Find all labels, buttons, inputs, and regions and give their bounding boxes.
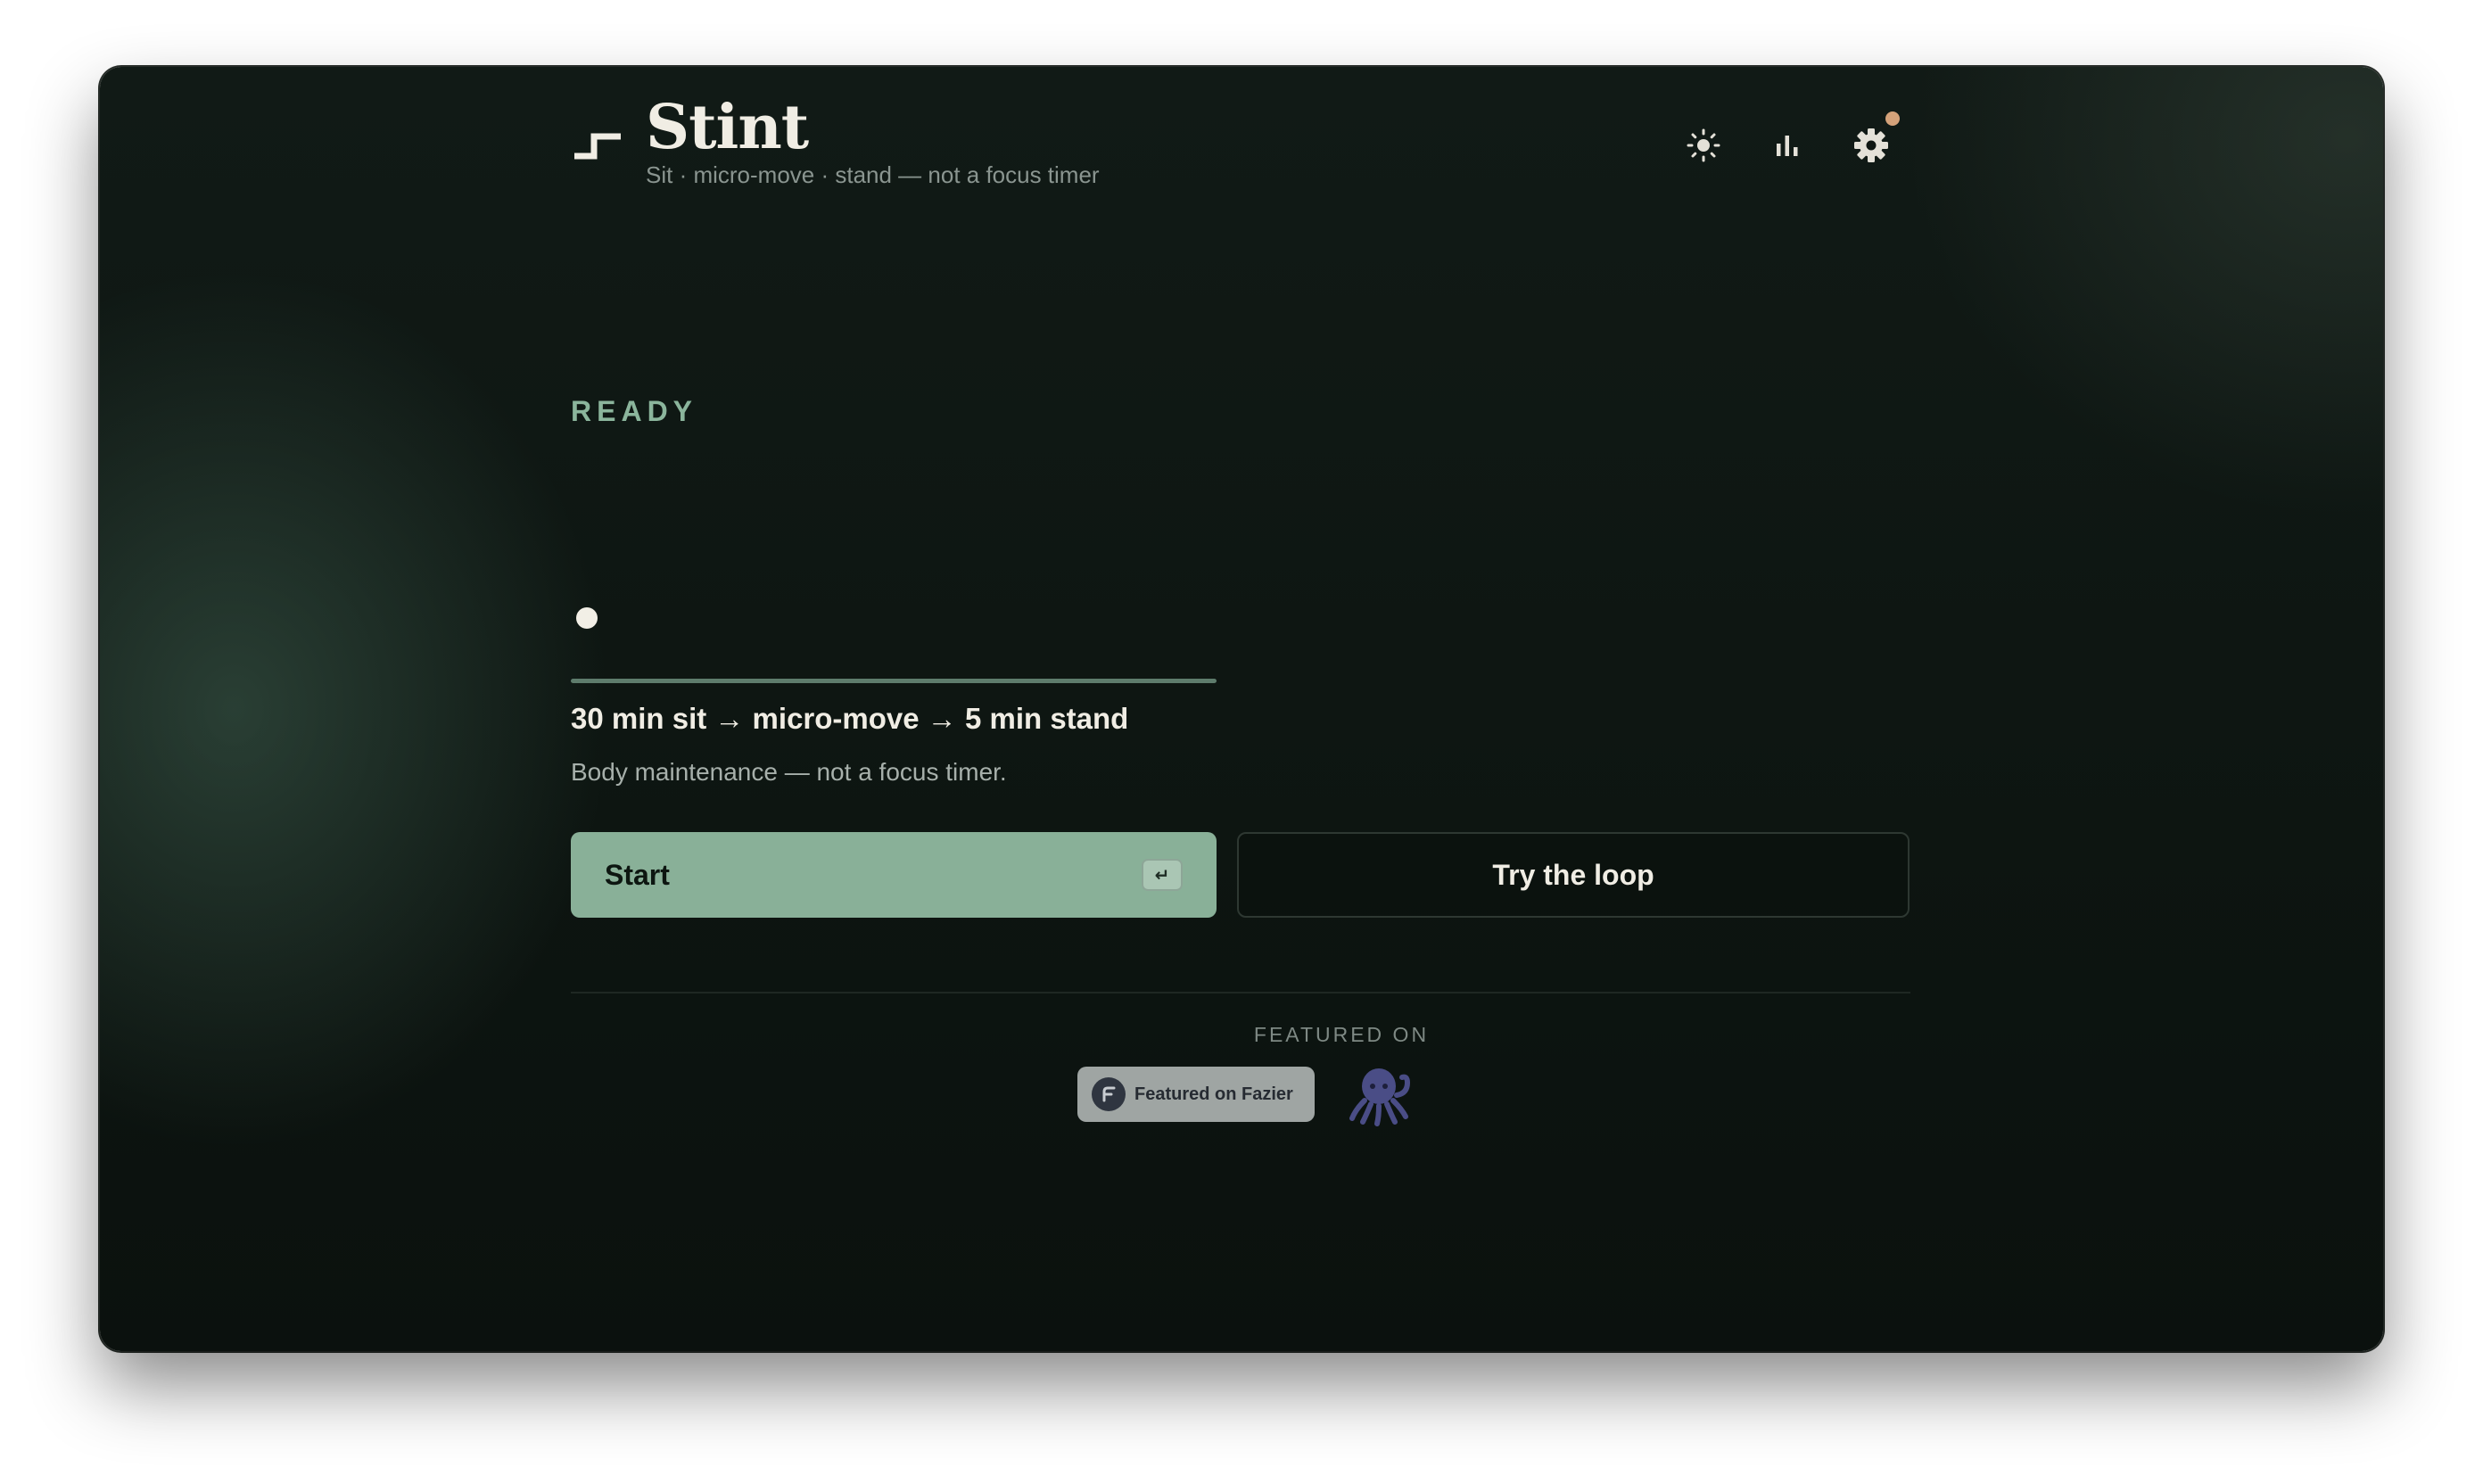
footer-divider [571, 992, 1910, 993]
progress-indicator [576, 607, 598, 629]
app-title: Stint [646, 92, 809, 163]
loop-summary: 30 min sit → micro-move → 5 min stand [571, 702, 1129, 735]
loop-description: Body maintenance — not a focus timer. [571, 758, 1007, 786]
enter-key-icon: ↵ [1142, 859, 1183, 891]
bar-chart-icon [1777, 136, 1798, 156]
fazier-badge-text: Featured on Fazier [1134, 1084, 1293, 1104]
start-button-label: Start [605, 858, 670, 891]
octopus-icon [1349, 1068, 1411, 1126]
try-loop-button-label: Try the loop [1492, 858, 1654, 891]
gear-icon [1854, 128, 1888, 162]
start-button[interactable]: Start ↵ [571, 832, 1217, 918]
settings-button[interactable] [1844, 119, 1898, 172]
stint-logo-icon [574, 133, 621, 160]
featured-on-label: FEATURED ON [1253, 1023, 1430, 1046]
fazier-logo-icon [1092, 1077, 1126, 1111]
fazier-badge-link[interactable]: Featured on Fazier [1077, 1067, 1315, 1122]
app-window: Stint Sit · micro-move · stand — not a f… [100, 67, 2383, 1351]
app-subtitle: Sit · micro-move · stand — not a focus t… [646, 161, 1100, 188]
sun-icon [1687, 128, 1720, 162]
timer-status: READY [571, 395, 698, 427]
settings-notification-badge [1885, 111, 1900, 126]
try-loop-button[interactable]: Try the loop [1237, 832, 1910, 918]
theme-toggle-button[interactable] [1677, 119, 1730, 172]
stats-button[interactable] [1761, 119, 1814, 172]
progress-track [571, 679, 1217, 683]
octopus-badge-link[interactable] [1343, 1059, 1415, 1131]
